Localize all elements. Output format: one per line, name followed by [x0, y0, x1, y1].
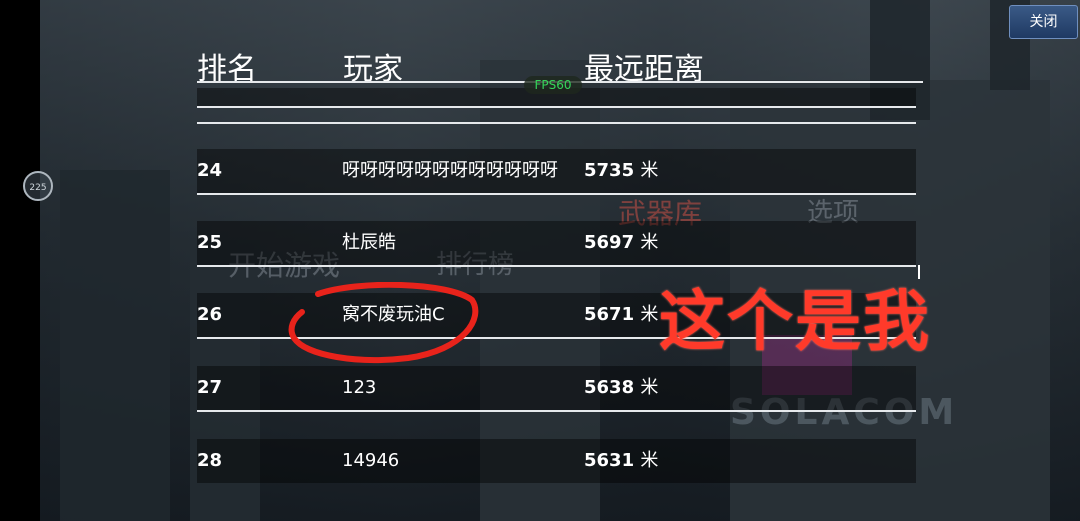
row-rank: 24 [197, 160, 223, 181]
divider [197, 122, 916, 124]
leaderboard-row[interactable]: 28 14946 5631 米 [197, 440, 916, 482]
row-rank: 26 [197, 304, 223, 325]
background-building [60, 170, 170, 521]
row-rank: 27 [197, 377, 223, 398]
floating-assist-button[interactable]: 225 [23, 171, 53, 201]
divider [197, 106, 916, 108]
row-distance-unit: 米 [640, 304, 659, 325]
divider [197, 410, 916, 412]
row-distance: 5697 米 [584, 222, 658, 264]
leaderboard-row[interactable]: 24 呀呀呀呀呀呀呀呀呀呀呀呀 5735 米 [197, 150, 916, 192]
annotation-this-is-me: 这个是我 [659, 283, 931, 360]
row-distance: 5631 米 [584, 440, 658, 482]
row-distance-unit: 米 [640, 377, 659, 398]
left-black-bar [0, 0, 40, 521]
row-player: 123 [342, 377, 377, 398]
row-distance-value: 5697 [584, 232, 635, 253]
leaderboard-row[interactable]: 27 123 5638 米 [197, 367, 916, 409]
row-player: 呀呀呀呀呀呀呀呀呀呀呀呀 [342, 160, 558, 181]
row-distance: 5671 米 [584, 294, 658, 336]
row-distance-unit: 米 [640, 450, 659, 471]
close-button[interactable]: 关闭 [1009, 5, 1078, 39]
row-distance-value: 5735 [584, 160, 635, 181]
highlight-circle-annotation [288, 282, 479, 363]
row-rank: 25 [197, 232, 223, 253]
row-distance-unit: 米 [640, 232, 659, 253]
row-player: 杜辰皓 [342, 232, 396, 253]
fps-badge: FPS60 [524, 76, 582, 94]
row-distance-value: 5631 [584, 450, 635, 471]
row-rank: 28 [197, 450, 223, 471]
divider [197, 265, 916, 267]
row-distance-value: 5671 [584, 304, 635, 325]
divider [197, 193, 916, 195]
row-distance: 5735 米 [584, 150, 658, 192]
row-distance: 5638 米 [584, 367, 658, 409]
leaderboard-row[interactable]: 25 杜辰皓 5697 米 [197, 222, 916, 264]
row-distance-unit: 米 [640, 160, 659, 181]
row-distance-value: 5638 [584, 377, 635, 398]
row-player: 14946 [342, 450, 400, 471]
